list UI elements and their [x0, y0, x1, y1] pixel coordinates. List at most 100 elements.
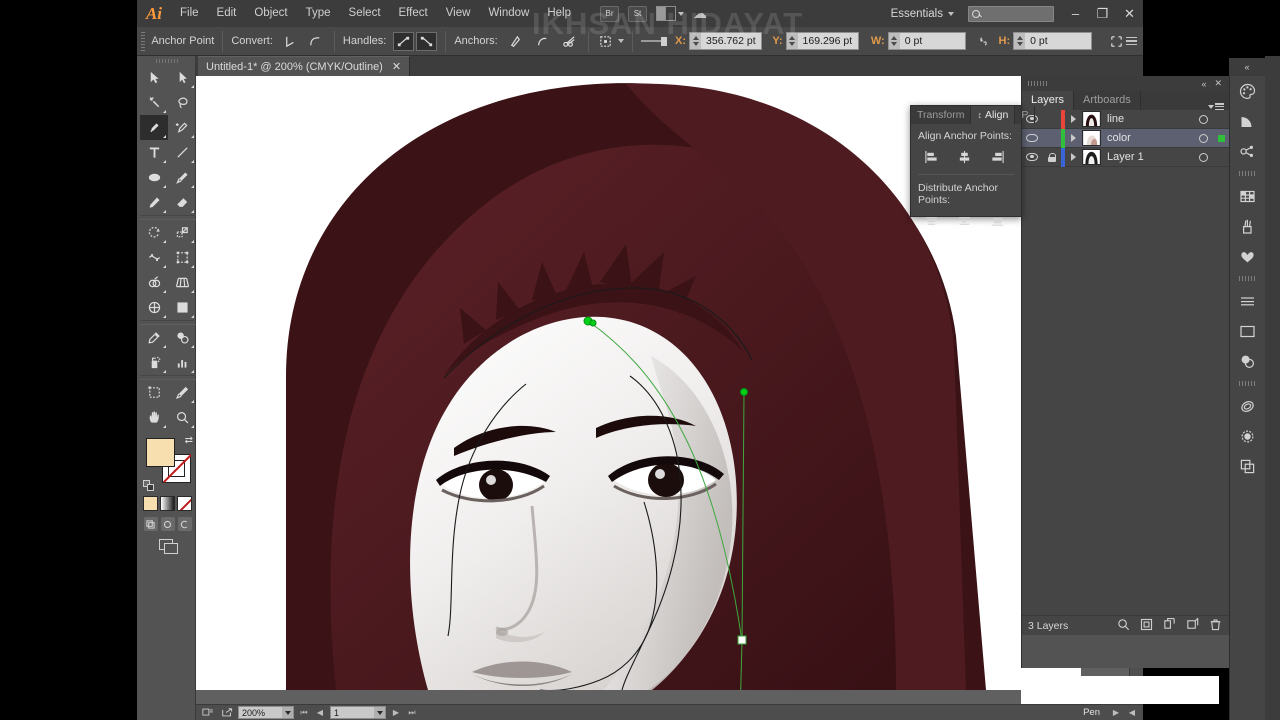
distribute-vertical-bottom-button[interactable]	[988, 212, 1007, 229]
workspace-switcher[interactable]: Essentials	[885, 8, 960, 20]
color-button[interactable]	[143, 496, 158, 511]
remove-selected-anchors-button[interactable]	[505, 32, 526, 51]
gradient-tool[interactable]	[168, 295, 196, 320]
new-sublayer-icon[interactable]	[1163, 617, 1176, 634]
none-button[interactable]	[177, 496, 192, 511]
menu-view[interactable]: View	[437, 0, 480, 27]
align-horizontal-right-button[interactable]	[988, 148, 1007, 165]
search-input[interactable]	[968, 5, 1054, 22]
close-panel-icon[interactable]: ✕	[1212, 78, 1224, 89]
align-to-selection-button[interactable]	[1108, 32, 1126, 51]
swatches-panel-icon[interactable]	[1230, 181, 1266, 211]
direct-selection-tool[interactable]	[168, 65, 196, 90]
transparency-panel-icon[interactable]	[1230, 346, 1266, 376]
artboard-number-field[interactable]: 1	[330, 706, 386, 719]
w-stepper[interactable]	[888, 33, 900, 49]
edit-colors-panel-icon[interactable]	[1230, 136, 1266, 166]
y-position-field[interactable]: 169.296 pt	[785, 32, 859, 50]
locate-object-icon[interactable]	[1117, 618, 1130, 634]
reference-point-selector[interactable]	[597, 32, 615, 51]
menu-effect[interactable]: Effect	[390, 0, 437, 27]
expand-layer-color[interactable]	[1065, 134, 1082, 142]
type-tool[interactable]	[140, 140, 168, 165]
selection-tool[interactable]	[140, 65, 168, 90]
new-layer-icon[interactable]	[1186, 616, 1199, 634]
add-anchor-point-tool[interactable]	[168, 115, 196, 140]
blend-tool[interactable]	[168, 325, 196, 350]
scroll-right-icon[interactable]: ▶	[1110, 706, 1122, 719]
tab-transform[interactable]: Transform	[911, 106, 972, 124]
toggle-visibility-color[interactable]	[1022, 134, 1042, 142]
draw-inside-button[interactable]	[177, 517, 192, 531]
screen-mode-button[interactable]	[140, 539, 195, 554]
target-indicator-color[interactable]	[1192, 133, 1214, 143]
toggle-visibility-layer1[interactable]	[1022, 153, 1042, 161]
paintbrush-tool[interactable]	[168, 165, 196, 190]
expand-layer-layer1[interactable]	[1065, 153, 1082, 161]
gradient-button[interactable]	[160, 496, 175, 511]
graphic-styles-panel-icon[interactable]	[1230, 421, 1266, 451]
constrain-proportions-button[interactable]	[974, 32, 992, 51]
chevron-down-icon[interactable]	[618, 39, 625, 43]
target-indicator-line[interactable]	[1192, 114, 1214, 124]
scroll-left-icon[interactable]: ◀	[1126, 706, 1138, 719]
document-tab[interactable]: Untitled-1* @ 200% (CMYK/Outline) ✕	[198, 56, 411, 76]
menu-object[interactable]: Object	[245, 0, 296, 27]
perspective-grid-tool[interactable]	[168, 270, 196, 295]
expand-layer-line[interactable]	[1065, 115, 1082, 123]
menu-edit[interactable]: Edit	[208, 0, 246, 27]
minimize-button[interactable]: –	[1062, 0, 1089, 27]
distribute-vertical-center-button[interactable]	[955, 212, 974, 229]
color-panel-icon[interactable]	[1230, 76, 1266, 106]
align-horizontal-left-button[interactable]	[922, 148, 941, 165]
x-position-field[interactable]: 356.762 pt	[689, 32, 763, 50]
hide-handles-button[interactable]	[416, 31, 438, 51]
symbols-panel-icon[interactable]	[1230, 241, 1266, 271]
delete-layer-icon[interactable]	[1209, 618, 1222, 634]
x-stepper[interactable]	[690, 33, 702, 49]
next-artboard-button[interactable]: ▶	[390, 706, 402, 719]
tab-align[interactable]: Align	[971, 106, 1016, 124]
zoom-level-field[interactable]: 200%	[238, 706, 294, 719]
stroke-panel-icon[interactable]	[1230, 286, 1266, 316]
arrange-documents-button[interactable]	[656, 6, 684, 21]
brushes-panel-icon[interactable]	[1230, 211, 1266, 241]
width-tool[interactable]	[140, 245, 168, 270]
slice-tool[interactable]	[168, 380, 196, 405]
pen-tool[interactable]	[140, 115, 168, 140]
width-field[interactable]: 0 pt	[887, 32, 967, 50]
ellipse-tool[interactable]	[140, 165, 168, 190]
stock-button[interactable]: St	[628, 5, 647, 22]
h-stepper[interactable]	[1014, 33, 1026, 49]
layers-empty-area[interactable]	[1022, 171, 1229, 623]
restore-button[interactable]: ❐	[1089, 0, 1116, 27]
table-row[interactable]: color	[1022, 128, 1229, 148]
tab-pathfinder[interactable]: P	[1015, 106, 1036, 124]
artboard-tool[interactable]	[140, 380, 168, 405]
opacity-slider[interactable]	[641, 36, 668, 46]
line-segment-tool[interactable]	[168, 140, 196, 165]
swap-fill-stroke-icon[interactable]: ⇄	[185, 435, 193, 446]
panel-grip[interactable]	[1028, 81, 1048, 86]
appearance-panel-icon[interactable]	[1230, 391, 1266, 421]
shape-builder-tool[interactable]	[140, 270, 168, 295]
collapse-panel-icon[interactable]: «	[1199, 79, 1208, 89]
mesh-tool[interactable]	[140, 295, 168, 320]
document-info-icon[interactable]	[200, 706, 215, 719]
rotate-tool[interactable]	[140, 220, 168, 245]
share-icon[interactable]	[219, 706, 234, 719]
convert-to-smooth-button[interactable]	[305, 32, 326, 51]
selection-indicator-color[interactable]	[1214, 134, 1229, 142]
connect-selected-endpoints-button[interactable]	[532, 32, 553, 51]
chevron-down-icon[interactable]	[282, 707, 293, 718]
cut-path-at-anchors-button[interactable]	[559, 32, 580, 51]
zoom-tool[interactable]	[168, 405, 196, 430]
pencil-tool[interactable]	[140, 190, 168, 215]
close-icon[interactable]: ✕	[392, 60, 401, 73]
color-guide-panel-icon[interactable]	[1230, 106, 1266, 136]
target-indicator-layer1[interactable]	[1192, 152, 1214, 162]
draw-behind-button[interactable]	[160, 517, 175, 531]
close-button[interactable]: ✕	[1116, 0, 1143, 27]
control-bar-grip[interactable]	[141, 31, 146, 51]
tab-artboards[interactable]: Artboards	[1074, 91, 1141, 110]
